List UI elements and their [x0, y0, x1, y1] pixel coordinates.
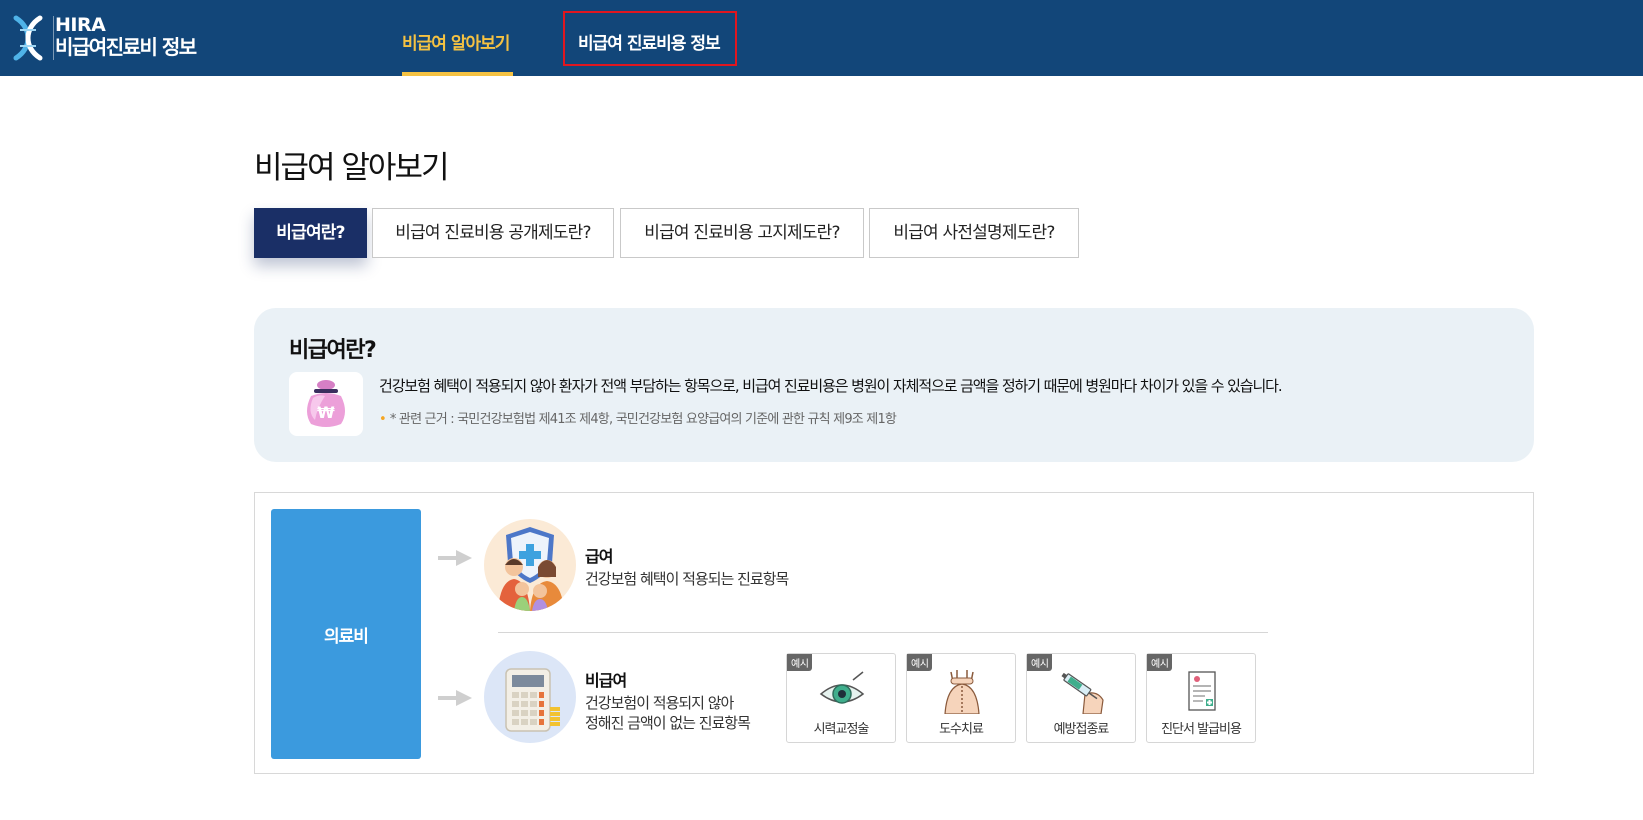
- logo-text-hira: HIRA: [55, 14, 106, 36]
- arrow-right-icon: [438, 550, 472, 566]
- definition-title: 비급여란?: [289, 338, 377, 363]
- definition-icon-box: ₩: [289, 372, 363, 436]
- example-badge: 예시: [787, 654, 813, 671]
- logo-text-title: 비급여진료비 정보: [55, 35, 197, 59]
- noncovered-title: 비급여: [585, 671, 627, 690]
- legal-basis-text: * 관련 근거 : 국민건강보험법 제41조 제4항, 국민건강보험 요양급여의…: [389, 412, 897, 427]
- example-label: 도수치료: [939, 722, 984, 737]
- bullet-dot: •: [379, 412, 387, 427]
- money-bag-icon: ₩: [307, 380, 345, 427]
- nav-highlight-box: [563, 11, 737, 66]
- medical-cost-box: 의료비: [271, 509, 421, 759]
- example-card-certificate-fee: 예시 진단서 발급비용: [1146, 653, 1256, 743]
- tab-what-is-noncovered[interactable]: 비급여란?: [254, 208, 367, 258]
- covered-desc: 건강보험 혜택이 적용되는 진료항목: [585, 570, 789, 588]
- calculator-illustration: [484, 651, 576, 743]
- covered-title: 급여: [585, 547, 613, 566]
- tab-prior-explanation[interactable]: 비급여 사전설명제도란?: [869, 208, 1079, 258]
- divider: [498, 632, 1268, 633]
- family-shield-illustration: [484, 519, 576, 611]
- noncovered-desc-line1: 건강보험이 적용되지 않아: [585, 694, 734, 712]
- definition-text: 건강보험 혜택이 적용되지 않아 환자가 전액 부담하는 항목으로, 비급여 진…: [379, 377, 1283, 395]
- example-badge: 예시: [1147, 654, 1173, 671]
- svg-text:₩: ₩: [317, 403, 335, 422]
- spine-therapy-icon: [944, 670, 980, 714]
- medical-cost-label: 의료비: [324, 626, 369, 647]
- logo-divider: [53, 16, 54, 60]
- calculator-icon: [505, 668, 560, 732]
- site-logo[interactable]: HIRA 비급여진료비 정보: [8, 12, 228, 64]
- example-label: 예방접종료: [1053, 722, 1110, 737]
- example-label: 시력교정술: [813, 722, 870, 737]
- family-shield-icon: [498, 527, 564, 611]
- top-header: HIRA 비급여진료비 정보 비급여 알아보기 비급여 진료비용 정보: [0, 0, 1643, 76]
- syringe-icon: [1061, 672, 1104, 714]
- cost-classification-diagram: 의료비 급여 건강보험 혜택이 적용되는 진료항목 비급여 건강보험이 적용되지…: [254, 492, 1534, 774]
- arrow-right-icon: [438, 690, 472, 706]
- definition-box: 비급여란? ₩ 건강보험 혜택이 적용되지 않아 환자가 전액 부담하는 항목으…: [254, 308, 1534, 462]
- nav-noncovered-intro[interactable]: 비급여 알아보기: [402, 0, 513, 76]
- example-card-vaccination: 예시 예방접종료: [1026, 653, 1136, 743]
- legal-basis-note: • * 관련 근거 : 국민건강보험법 제41조 제4항, 국민건강보험 요양급여…: [379, 408, 897, 427]
- noncovered-desc-line2: 정해진 금액이 없는 진료항목: [585, 714, 751, 732]
- example-card-manual-therapy: 예시 도수치료: [906, 653, 1016, 743]
- page-title: 비급여 알아보기: [254, 150, 449, 186]
- example-label: 진단서 발급비용: [1161, 722, 1242, 737]
- eye-icon: [819, 671, 865, 704]
- tab-cost-notice[interactable]: 비급여 진료비용 고지제도란?: [620, 208, 864, 258]
- certificate-icon: [1188, 671, 1216, 711]
- tab-cost-disclosure[interactable]: 비급여 진료비용 공개제도란?: [372, 208, 614, 258]
- example-badge: 예시: [1027, 654, 1053, 671]
- example-card-vision-correction: 예시 시력교정술: [786, 653, 896, 743]
- hira-logo-icon: [13, 15, 43, 61]
- example-badge: 예시: [907, 654, 933, 671]
